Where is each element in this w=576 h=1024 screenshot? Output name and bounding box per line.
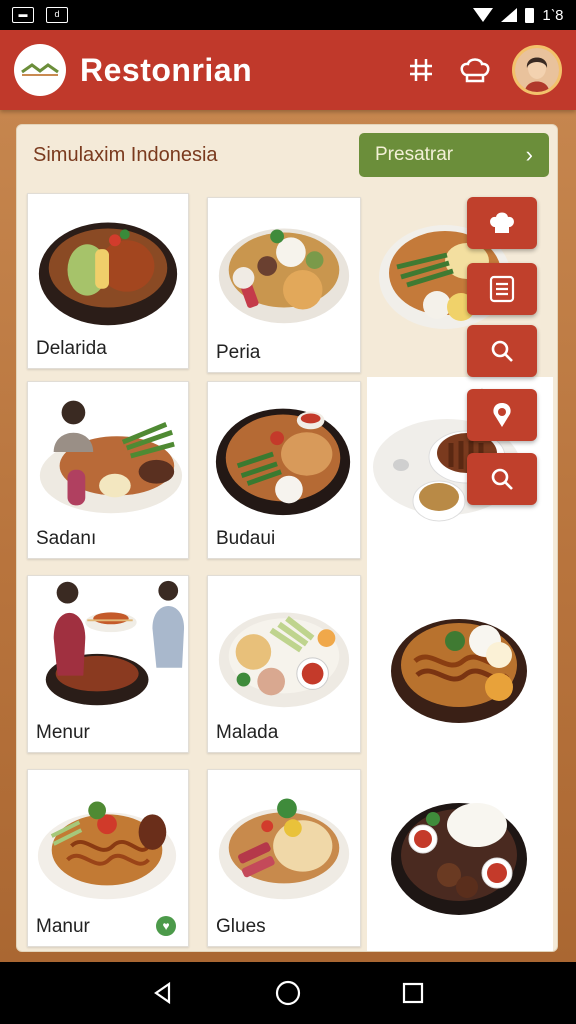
battery-icon bbox=[525, 7, 535, 23]
dish-tile[interactable] bbox=[367, 563, 553, 763]
dish-image bbox=[39, 400, 183, 514]
fab-search[interactable] bbox=[467, 453, 537, 505]
chef-hat-icon[interactable] bbox=[458, 53, 492, 87]
dish-image bbox=[215, 408, 351, 516]
dish-card[interactable]: Malada bbox=[207, 575, 361, 753]
panel-header: Simulaxim Indonesia Presatrar › bbox=[17, 125, 557, 185]
fab-menu-list[interactable] bbox=[467, 263, 537, 315]
dish-tile[interactable] bbox=[367, 763, 553, 951]
dish-label: Peria bbox=[216, 342, 261, 363]
app-title: Restonrian bbox=[80, 51, 253, 88]
status-bar: ▬ d 1‵8 bbox=[0, 0, 576, 30]
recents-icon[interactable] bbox=[393, 973, 433, 1013]
user-avatar[interactable] bbox=[512, 45, 562, 95]
favorite-heart-icon[interactable]: ♥ bbox=[156, 916, 176, 936]
signal-icon bbox=[501, 8, 518, 22]
dish-image bbox=[391, 619, 527, 723]
main-panel: Simulaxim Indonesia Presatrar › Delarida bbox=[16, 124, 558, 952]
dish-card[interactable]: Peria bbox=[207, 197, 361, 373]
back-icon[interactable] bbox=[143, 973, 183, 1013]
presatrar-button[interactable]: Presatrar › bbox=[359, 133, 549, 177]
dish-image bbox=[218, 798, 350, 900]
search-icon bbox=[491, 468, 513, 490]
dish-label: Budaui bbox=[216, 528, 276, 549]
dish-image bbox=[218, 612, 350, 708]
fab-chef-hat[interactable] bbox=[467, 197, 537, 249]
dish-card[interactable]: Glues bbox=[207, 769, 361, 947]
chevron-right-icon: › bbox=[525, 142, 533, 167]
section-title: Simulaxim Indonesia bbox=[33, 143, 218, 166]
dish-image bbox=[391, 803, 527, 915]
notification-icon: ▬ bbox=[12, 7, 34, 23]
search-icon bbox=[491, 340, 513, 362]
clock: 1‵8 bbox=[542, 7, 564, 24]
location-pin-icon bbox=[493, 403, 511, 427]
home-icon[interactable] bbox=[268, 973, 308, 1013]
dish-label: Sadanı bbox=[36, 528, 97, 549]
chef-hat-icon bbox=[490, 212, 514, 233]
fab-search[interactable] bbox=[467, 325, 537, 377]
app-bar: Restonrian bbox=[0, 30, 576, 110]
wifi-icon bbox=[473, 8, 494, 22]
dish-image bbox=[38, 222, 178, 326]
grid-icon[interactable] bbox=[404, 53, 438, 87]
dish-label: Malada bbox=[216, 722, 279, 743]
notification-icon: d bbox=[46, 7, 68, 23]
dish-label: Delarida bbox=[36, 338, 107, 359]
menu-list-icon bbox=[489, 275, 515, 303]
dish-card[interactable]: Budaui bbox=[207, 381, 361, 559]
restaurant-logo-icon[interactable] bbox=[14, 44, 66, 96]
dish-image bbox=[218, 228, 350, 324]
dish-card[interactable]: Delarida bbox=[27, 193, 189, 369]
fab-location[interactable] bbox=[467, 389, 537, 441]
dish-image bbox=[37, 801, 177, 900]
dish-card[interactable]: Sadanı bbox=[27, 381, 189, 559]
dish-card[interactable]: Menur bbox=[27, 575, 189, 753]
dish-label: Menur bbox=[36, 722, 90, 743]
dish-label: Manur bbox=[36, 916, 90, 937]
dish-label: Glues bbox=[216, 916, 266, 937]
dish-image bbox=[45, 580, 185, 706]
system-nav-bar bbox=[0, 962, 576, 1024]
presatrar-button-label: Presatrar bbox=[375, 144, 454, 165]
dish-card[interactable]: Manur ♥ bbox=[27, 769, 189, 947]
